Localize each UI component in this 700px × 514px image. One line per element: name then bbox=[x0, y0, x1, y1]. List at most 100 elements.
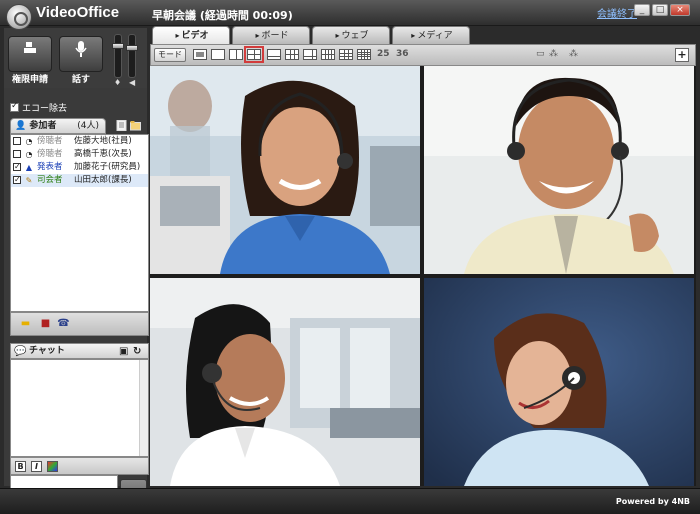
chat-log[interactable] bbox=[10, 359, 149, 457]
participant-role: 傍聴者 bbox=[37, 136, 63, 146]
left-panel: 権限申請 話す ♦ ◀ エコー除去 👤 参加者 (4人) ◔ 傍聴者 佐藤大地(… bbox=[4, 28, 149, 512]
content-tabs: ▸ ビデオ ▸ ボード ▸ ウェブ ▸ メディア bbox=[152, 26, 698, 44]
layout-8-icon[interactable] bbox=[321, 49, 335, 60]
layout-6-icon[interactable] bbox=[285, 49, 299, 60]
participant-video bbox=[150, 66, 420, 274]
meeting-title: 早朝会議 (経過時間 00:09) bbox=[152, 9, 293, 22]
phone-icon[interactable]: ☎ bbox=[57, 318, 70, 330]
chat-header: 💬 チャット ▣ ↻ bbox=[10, 343, 149, 359]
chair-key-icon: ✎ bbox=[25, 176, 33, 185]
echo-cancel-checkbox[interactable]: エコー除去 bbox=[10, 101, 67, 114]
participant-name: 佐藤大地(社員) bbox=[74, 136, 132, 146]
layout-1plus7-icon[interactable] bbox=[303, 49, 317, 60]
presenter-icon: ▲ bbox=[25, 163, 33, 172]
video-grid bbox=[150, 66, 696, 486]
app-title: VideoOffice bbox=[36, 4, 120, 21]
close-button[interactable]: × bbox=[670, 4, 690, 16]
speaker-volume-slider[interactable] bbox=[126, 34, 138, 78]
person-icon: 👤 bbox=[15, 121, 27, 131]
video-tile[interactable] bbox=[424, 278, 694, 486]
layout-36-button[interactable]: 36 bbox=[396, 49, 409, 59]
tab-web[interactable]: ▸ ウェブ bbox=[312, 26, 390, 44]
participant-name: 加藤花子(研究員) bbox=[74, 162, 141, 172]
tab-media[interactable]: ▸ メディア bbox=[392, 26, 470, 44]
layout-fullscreen-icon[interactable] bbox=[193, 49, 207, 60]
layout-9-icon[interactable] bbox=[339, 49, 353, 60]
participant-row[interactable]: ◔ 傍聴者 高橋千恵(次長) bbox=[11, 148, 148, 161]
video-toolbar: モード 25 36 ▭ ⁂ ⁂ + bbox=[150, 44, 696, 66]
hand-raise-icon bbox=[9, 40, 51, 60]
layout-2-icon[interactable] bbox=[229, 49, 243, 60]
minimize-button[interactable]: _ bbox=[634, 4, 650, 16]
tab-label: ウェブ bbox=[341, 31, 369, 41]
powered-by: Powered by 4NB bbox=[615, 497, 690, 506]
participant-checkbox[interactable] bbox=[13, 137, 21, 145]
talk-label: 話す bbox=[71, 75, 90, 85]
italic-button[interactable]: I bbox=[31, 461, 42, 472]
echo-cancel-label: エコー除去 bbox=[22, 104, 68, 114]
mic-small-icon: ♦ bbox=[114, 78, 122, 87]
participant-role: 発表者 bbox=[37, 162, 63, 172]
layout-25-button[interactable]: 25 bbox=[377, 49, 390, 59]
mic-volume-slider[interactable] bbox=[112, 34, 124, 78]
request-permission-button[interactable]: 権限申請 bbox=[8, 36, 52, 85]
video-tile[interactable] bbox=[150, 278, 420, 486]
participant-video bbox=[424, 66, 694, 274]
participants-tab[interactable]: 👤 参加者 (4人) bbox=[10, 118, 106, 134]
monitor-settings-icon[interactable]: ▭ bbox=[536, 49, 545, 59]
layout-1plus5-icon[interactable] bbox=[267, 49, 281, 60]
tab-label: ビデオ bbox=[181, 31, 209, 41]
audience-icon[interactable]: ⁂ bbox=[569, 49, 578, 59]
save-icon[interactable]: ▣ bbox=[119, 345, 128, 359]
message-icon[interactable]: ▬ bbox=[19, 318, 32, 330]
participant-role: 傍聴者 bbox=[37, 149, 63, 159]
status-bar: Powered by 4NB bbox=[0, 488, 700, 514]
microphone-icon bbox=[60, 40, 102, 62]
layout-16-icon[interactable] bbox=[357, 49, 371, 60]
speaker-small-icon: ◀ bbox=[129, 78, 136, 87]
chat-format-bar: B I bbox=[10, 457, 149, 475]
video-tile[interactable] bbox=[150, 66, 420, 274]
participant-row[interactable]: ◔ 傍聴者 佐藤大地(社員) bbox=[11, 135, 148, 148]
group-icon[interactable]: ⁂ bbox=[549, 49, 558, 59]
participant-name: 山田太郎(課長) bbox=[74, 175, 132, 185]
ear-icon: ◔ bbox=[25, 150, 33, 159]
participant-list: ◔ 傍聴者 佐藤大地(社員) ◔ 傍聴者 高橋千恵(次長) ✓ ▲ 発表者 加藤… bbox=[10, 134, 149, 312]
participant-row[interactable]: ✓ ▲ 発表者 加藤花子(研究員) bbox=[11, 161, 148, 174]
title-bar: VideoOffice 早朝会議 (経過時間 00:09) 会議終了 _ □ × bbox=[0, 0, 700, 26]
participant-video bbox=[150, 278, 420, 486]
participant-name: 高橋千恵(次長) bbox=[74, 149, 132, 159]
tab-label: メディア bbox=[417, 31, 453, 41]
chat-title: チャット bbox=[29, 346, 65, 356]
request-permission-label: 権限申請 bbox=[11, 75, 48, 85]
color-picker-icon[interactable] bbox=[47, 461, 58, 472]
layout-4-icon[interactable] bbox=[244, 46, 264, 63]
tab-board[interactable]: ▸ ボード bbox=[232, 26, 310, 44]
participant-checkbox[interactable]: ✓ bbox=[13, 176, 21, 184]
end-meeting-link[interactable]: 会議終了 bbox=[597, 5, 637, 20]
talk-button[interactable]: 話す bbox=[59, 36, 103, 85]
participant-checkbox[interactable]: ✓ bbox=[13, 163, 21, 171]
ear-icon: ◔ bbox=[25, 137, 33, 146]
participant-video bbox=[424, 278, 694, 486]
app-logo-icon bbox=[6, 4, 32, 30]
folder-icon[interactable] bbox=[130, 120, 141, 131]
participant-row[interactable]: ✓ ✎ 司会者 山田太郎(課長) bbox=[11, 174, 148, 187]
mode-button[interactable]: モード bbox=[154, 48, 186, 62]
refresh-icon[interactable]: ↻ bbox=[133, 345, 141, 359]
tab-video[interactable]: ▸ ビデオ bbox=[152, 26, 230, 44]
bold-button[interactable]: B bbox=[15, 461, 26, 472]
audio-controls: 権限申請 話す ♦ ◀ bbox=[4, 28, 147, 88]
participants-count: (4人) bbox=[77, 121, 99, 131]
video-call-icon[interactable]: ■ bbox=[39, 318, 52, 330]
layout-1-icon[interactable] bbox=[211, 49, 225, 60]
document-icon[interactable] bbox=[116, 120, 127, 131]
maximize-button[interactable]: □ bbox=[652, 4, 668, 16]
echo-checkbox-box[interactable] bbox=[10, 101, 19, 112]
participant-actions: ▬ ■ ☎ bbox=[10, 312, 149, 336]
participant-role: 司会者 bbox=[37, 175, 63, 185]
add-video-icon[interactable]: + bbox=[675, 48, 689, 62]
participant-checkbox[interactable] bbox=[13, 150, 21, 158]
chat-scrollbar[interactable] bbox=[139, 360, 148, 456]
video-tile[interactable] bbox=[424, 66, 694, 274]
